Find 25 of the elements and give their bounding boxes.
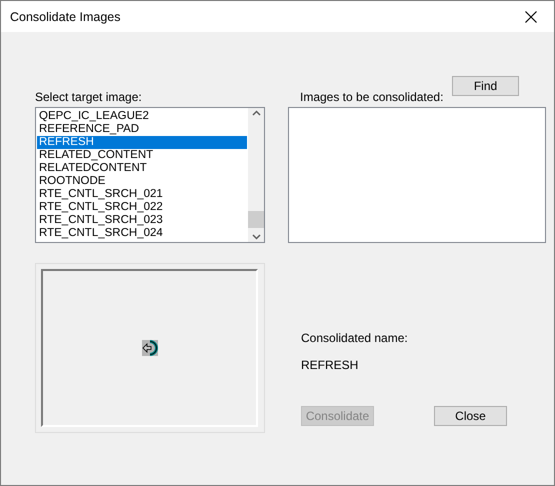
- list-item[interactable]: REFRESH: [37, 136, 247, 149]
- scroll-down-icon[interactable]: [252, 234, 260, 240]
- find-button[interactable]: Find: [452, 76, 519, 96]
- images-listbox[interactable]: [288, 107, 546, 243]
- scrollbar[interactable]: [248, 108, 264, 242]
- list-item[interactable]: RELATED_CONTENT: [37, 149, 247, 162]
- list-item[interactable]: ROOTNODE: [37, 175, 247, 188]
- field-label: Consolidated name:: [301, 331, 409, 345]
- consolidated-name: REFRESH: [301, 358, 360, 372]
- list-item[interactable]: RTE_CNTL_SRCH_022: [37, 201, 247, 214]
- refresh-icon: [142, 340, 158, 356]
- field-label: Images to be consolidated:: [300, 89, 444, 104]
- scroll-thumb[interactable]: [248, 211, 264, 228]
- window-title: Consolidate Images: [10, 10, 120, 24]
- list-item[interactable]: RTE_CNTL_SRCH_021: [37, 188, 247, 201]
- dialog-button[interactable]: Close: [434, 406, 507, 426]
- list-item[interactable]: RTE_CNTL_SRCH_024: [37, 227, 247, 240]
- list-item[interactable]: REFERENCE_PAD: [37, 123, 247, 136]
- scroll-up-icon[interactable]: [252, 110, 260, 116]
- close-icon: [525, 10, 537, 22]
- list-item[interactable]: RELATEDCONTENT: [37, 162, 247, 175]
- field-label: Select target image:: [35, 89, 142, 104]
- image-listbox[interactable]: QEPC_IC_LEAGUE2 REFERENCE_PAD REFRESH RELATED_CONTENT RELATEDCONTENT ROOTNODE RTE_CNTL_SRCH_021 RTE_CNTL_SRCH_022 RTE_CNTL_SRCH_023 RTE_CNTL_SRCH_024: [35, 107, 265, 243]
- list-item[interactable]: QEPC_IC_LEAGUE2: [37, 110, 247, 123]
- list-item[interactable]: RTE_CNTL_SRCH_023: [37, 214, 247, 227]
